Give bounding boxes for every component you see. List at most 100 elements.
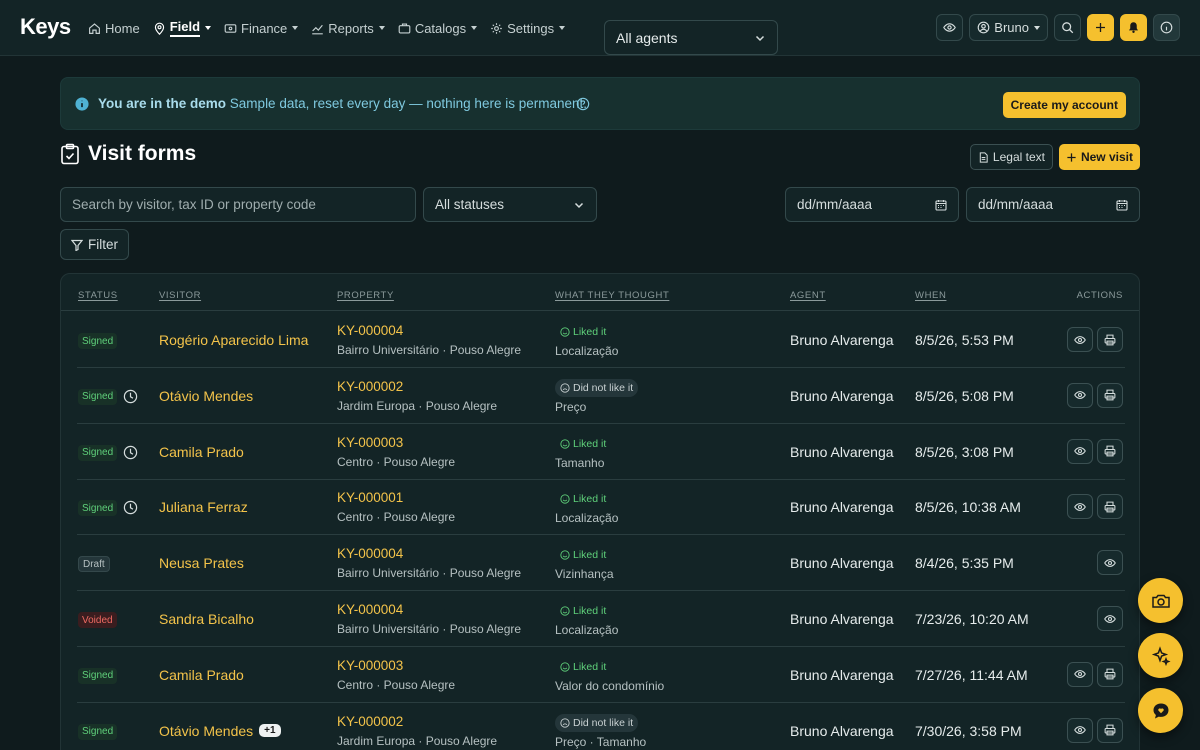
status-badge: Signed [78, 388, 118, 405]
print-button[interactable] [1097, 327, 1123, 352]
print-button[interactable] [1097, 382, 1123, 408]
visitor-name: Camila Prado [159, 666, 244, 683]
filter-button[interactable]: Filter [60, 229, 129, 260]
wallet-icon [224, 23, 237, 33]
visitor-link[interactable]: Camila Prado [159, 444, 244, 460]
gear-icon [491, 22, 502, 34]
main-nav: Home Field Finance Reports Catalogs Sett… [88, 17, 566, 39]
agent-select-value: All agents [616, 29, 678, 46]
opinion-reason: Tamanho [555, 455, 605, 470]
opinion-badge: Liked it [555, 602, 611, 620]
eye-icon [1074, 391, 1086, 400]
visitor-link[interactable]: Camila Prado [159, 667, 244, 683]
property-location: Centro · Pouso Alegre [337, 454, 456, 469]
visitor-link[interactable]: Otávio Mendes [159, 388, 253, 404]
nav-home[interactable]: Home [88, 17, 140, 39]
chevron-down-icon [471, 26, 478, 30]
view-button[interactable] [1067, 438, 1093, 464]
view-button[interactable] [1097, 606, 1123, 631]
visitor-link[interactable]: Neusa Prates [159, 555, 244, 571]
view-button[interactable] [1067, 382, 1093, 408]
new-visit-button[interactable]: New visit [1058, 144, 1140, 170]
plus-icon [1067, 152, 1076, 162]
printer-icon [1104, 724, 1116, 736]
visitor-link[interactable]: Otávio Mendes +1 [159, 723, 281, 739]
property-code-link[interactable]: KY-000004 [337, 323, 403, 338]
date-from-input[interactable]: dd/mm/aaaa [785, 187, 959, 222]
support-chat-fab[interactable] [1138, 688, 1183, 733]
table-row[interactable]: Signed Otávio Mendes +1 KY-000002 Jardim Eur… [77, 703, 1125, 750]
visitor-name: Camila Prado [159, 443, 244, 460]
view-button[interactable] [1097, 550, 1123, 576]
property-code-link[interactable]: KY-000002 [337, 714, 403, 729]
nav-catalogs[interactable]: Catalogs [398, 17, 478, 39]
app-logo[interactable]: Keys [20, 14, 71, 40]
view-button[interactable] [1067, 327, 1093, 352]
view-button[interactable] [1067, 494, 1093, 520]
visitor-name: Rogério Aparecido Lima [159, 332, 309, 348]
demo-banner: You are in the demo Sample data, reset e… [60, 77, 1140, 130]
view-button[interactable] [1067, 661, 1093, 687]
notifications-button[interactable] [1120, 14, 1147, 41]
status-badge: Signed [78, 500, 118, 517]
property-code-link[interactable]: KY-000004 [337, 546, 403, 561]
property-code-link[interactable]: KY-000003 [337, 435, 403, 450]
nav-field[interactable]: Field [153, 17, 212, 39]
header-property[interactable]: PROPERTY [337, 290, 394, 301]
preview-button[interactable] [936, 14, 964, 41]
table-row[interactable]: Voided Sandra Bicalho KY-000004 Bairro Univ… [77, 591, 1125, 647]
visit-datetime: 8/5/26, 5:08 PM [915, 387, 1014, 404]
date-to-input[interactable]: dd/mm/aaaa [966, 187, 1140, 222]
table-row[interactable]: Signed Camila Prado KY-000003 Centro · Pous… [77, 424, 1125, 480]
legal-text-button[interactable]: Legal text [969, 144, 1053, 170]
create-account-button[interactable]: Create my account [1002, 92, 1126, 118]
status-select[interactable]: All statuses [423, 187, 597, 222]
print-button[interactable] [1097, 661, 1123, 687]
visit-datetime: 8/5/26, 5:53 PM [915, 332, 1014, 348]
nav-finance[interactable]: Finance [224, 17, 299, 39]
nav-settings[interactable]: Settings [490, 17, 566, 39]
table-row[interactable]: Draft Neusa Prates KY-000004 Bairro Univers… [77, 535, 1125, 592]
agent-select[interactable]: All agents [604, 20, 778, 55]
table-row[interactable]: Signed Camila Prado KY-000003 Centro · Pous… [77, 647, 1125, 703]
opinion-label: Liked it [573, 660, 607, 673]
user-menu-button[interactable]: Bruno [969, 14, 1048, 41]
property-location: Jardim Europa · Pouso Alegre [337, 733, 498, 748]
help-icon[interactable] [576, 97, 590, 111]
print-button[interactable] [1097, 494, 1123, 520]
header-agent[interactable]: AGENT [790, 290, 826, 301]
table-row[interactable]: Signed Otávio Mendes KY-000002 Jardim Europ… [77, 368, 1125, 424]
nav-reports[interactable]: Reports [311, 17, 385, 39]
print-button[interactable] [1097, 438, 1123, 464]
about-button[interactable] [1153, 14, 1180, 41]
property-code-link[interactable]: KY-000003 [337, 658, 403, 673]
quick-add-button[interactable] [1087, 14, 1114, 41]
printer-icon [1104, 445, 1116, 457]
search-input[interactable]: Search by visitor, tax ID or property co… [60, 187, 416, 222]
table-row[interactable]: Signed Rogério Aparecido Lima KY-000004 Bai… [77, 312, 1125, 368]
header-when[interactable]: WHEN [915, 290, 946, 301]
view-button[interactable] [1067, 717, 1093, 743]
camera-fab[interactable] [1138, 578, 1183, 623]
table-row[interactable]: Signed Juliana Ferraz KY-000001 Centro · Po… [77, 479, 1125, 536]
nav-reports-label: Reports [328, 20, 374, 36]
print-button[interactable] [1097, 717, 1123, 743]
visitor-link[interactable]: Juliana Ferraz [159, 499, 248, 515]
opinion-reason: Preço · Tamanho [555, 734, 647, 749]
visitor-link[interactable]: Rogério Aparecido Lima [159, 332, 308, 348]
header-visitor[interactable]: VISITOR [159, 290, 201, 301]
search-button[interactable] [1054, 14, 1081, 41]
property-code-link[interactable]: KY-000004 [337, 602, 403, 617]
header-thought[interactable]: WHAT THEY THOUGHT [555, 290, 669, 301]
property-code-link[interactable]: KY-000002 [337, 379, 403, 394]
property-code-link[interactable]: KY-000001 [337, 490, 403, 505]
date-to-value: dd/mm/aaaa [978, 197, 1054, 212]
agent-name: Bruno Alvarenga [790, 443, 894, 460]
header-status[interactable]: STATUS [78, 290, 118, 301]
plus-icon [1096, 23, 1105, 32]
ai-assistant-fab[interactable] [1138, 633, 1183, 678]
property-location: Bairro Universitário · Pouso Alegre [337, 622, 522, 636]
home-icon [89, 22, 100, 34]
visitor-link[interactable]: Sandra Bicalho [159, 611, 254, 627]
status-badge: Signed [78, 333, 118, 349]
